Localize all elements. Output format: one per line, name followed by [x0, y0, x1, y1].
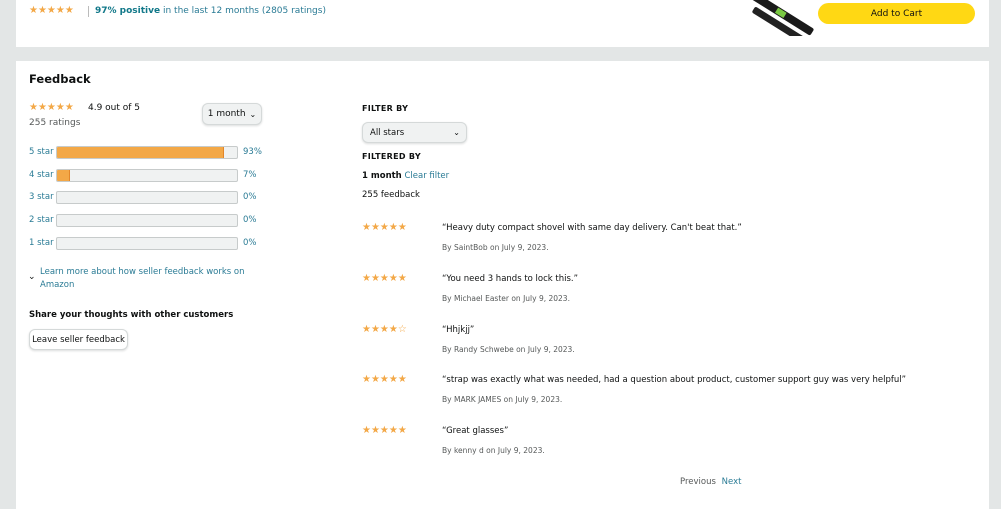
histogram-star-label[interactable]: 3 star: [29, 192, 54, 202]
active-filter: 1 month: [362, 171, 402, 181]
review-quote: “Heavy duty compact shovel with same day…: [442, 223, 742, 233]
histogram-row[interactable]: 2 star 0%: [29, 214, 274, 228]
star-filter-dropdown[interactable]: All stars ⌄: [362, 122, 467, 143]
chevron-down-icon[interactable]: ⌄: [28, 272, 36, 282]
ratings-count: 255 ratings: [29, 118, 81, 128]
add-to-cart-button[interactable]: Add to Cart: [818, 3, 975, 24]
review-stars-icon: ★★★★★: [362, 425, 407, 437]
pagination: Previous Next: [680, 477, 741, 487]
review-item: ★★★★★ “You need 3 hands to lock this.” By …: [362, 273, 962, 313]
review-stars-icon: ★★★★★: [362, 222, 407, 233]
learn-more-link[interactable]: Learn more about how seller feedback wor…: [40, 266, 260, 292]
overall-rating-text: 4.9 out of 5: [88, 103, 141, 113]
histogram-bar[interactable]: [56, 191, 238, 205]
review-author: By SaintBob on July 9, 2023.: [442, 243, 549, 252]
review-item: ★★★★★ “strap was exactly what was needed,…: [362, 374, 962, 414]
histogram-star-label[interactable]: 4 star: [29, 170, 54, 180]
histogram-fill: [57, 169, 70, 181]
review-author: By MARK JAMES on July 9, 2023.: [442, 395, 563, 405]
chevron-down-icon: ⌄: [249, 109, 257, 119]
overall-stars-icon: ★★★★★: [29, 102, 74, 113]
next-button[interactable]: Next: [722, 477, 742, 487]
review-stars-icon: ★★★★★: [362, 272, 407, 284]
histogram-percent[interactable]: 0%: [243, 215, 257, 225]
filter-by-label: FILTER BY: [362, 104, 409, 113]
histogram-percent[interactable]: 7%: [243, 170, 257, 180]
share-title: Share your thoughts with other customers: [29, 310, 234, 320]
product-image[interactable]: [734, 0, 814, 36]
review-item: ★★★★★ “Great glasses” By kenny d on July 9…: [362, 425, 962, 465]
review-stars-icon: ★★★★★: [362, 374, 407, 386]
histogram-bar[interactable]: [56, 168, 238, 182]
histogram-fill: [57, 147, 225, 158]
summary-rest: in the last 12 months (2805 ratings): [160, 6, 326, 16]
feedback-card: Feedback ★★★★★ 4.9 out of 5 255 ratings …: [16, 61, 989, 509]
review-quote: “Great glasses”: [442, 426, 509, 437]
review-stars-icon: ★★★★☆: [362, 323, 407, 335]
review-author: By kenny d on July 9, 2023.: [442, 446, 545, 456]
seller-summary-card: ★★★★★ 97% positive in the last 12 months…: [16, 0, 989, 47]
histogram-percent[interactable]: 93%: [243, 147, 262, 157]
histogram-bar[interactable]: [56, 214, 238, 228]
histogram-star-label[interactable]: 1 star: [29, 238, 54, 248]
histogram-bar[interactable]: [56, 236, 238, 250]
review-item: ★★★★☆ “Hhjkjj” By Randy Schwebe on July 9,…: [362, 324, 962, 364]
histogram-percent[interactable]: 0%: [243, 238, 257, 248]
review-author: By Michael Easter on July 9, 2023.: [442, 293, 570, 303]
review-quote: “You need 3 hands to lock this.”: [442, 273, 579, 284]
review-quote: “strap was exactly what was needed, had …: [442, 375, 907, 386]
previous-button[interactable]: Previous: [680, 477, 716, 487]
feedback-count: 255 feedback: [362, 190, 420, 200]
review-author: By Randy Schwebe on July 9, 2023.: [442, 344, 575, 354]
histogram-row[interactable]: 1 star 0%: [29, 236, 274, 250]
summary-stars-icon: ★★★★★: [29, 5, 74, 16]
chevron-down-icon: ⌄: [453, 128, 460, 137]
histogram-bar[interactable]: [56, 146, 238, 159]
review-item: ★★★★★ “Heavy duty compact shovel with sam…: [362, 222, 962, 262]
divider: [88, 6, 89, 17]
histogram-row[interactable]: 4 star 7%: [29, 168, 274, 182]
review-quote: “Hhjkjj”: [442, 324, 475, 335]
histogram-star-label[interactable]: 5 star: [29, 147, 54, 157]
active-filter-line: 1 month Clear filter: [362, 171, 449, 181]
clear-filter-link[interactable]: Clear filter: [404, 171, 449, 181]
filtered-by-label: FILTERED BY: [362, 152, 421, 161]
histogram-row[interactable]: 5 star 93%: [29, 146, 274, 159]
period-value: 1 month: [207, 109, 246, 119]
period-dropdown[interactable]: 1 month ⌄: [202, 103, 262, 125]
histogram-star-label[interactable]: 2 star: [29, 215, 54, 225]
star-filter-value: All stars: [370, 127, 405, 138]
leave-feedback-button[interactable]: Leave seller feedback: [29, 329, 128, 350]
histogram-row[interactable]: 3 star 0%: [29, 191, 274, 205]
positive-percent: 97% positive: [95, 6, 161, 16]
summary-text[interactable]: 97% positive in the last 12 months (2805…: [95, 6, 326, 16]
feedback-title: Feedback: [29, 72, 91, 86]
histogram-percent[interactable]: 0%: [243, 192, 257, 202]
